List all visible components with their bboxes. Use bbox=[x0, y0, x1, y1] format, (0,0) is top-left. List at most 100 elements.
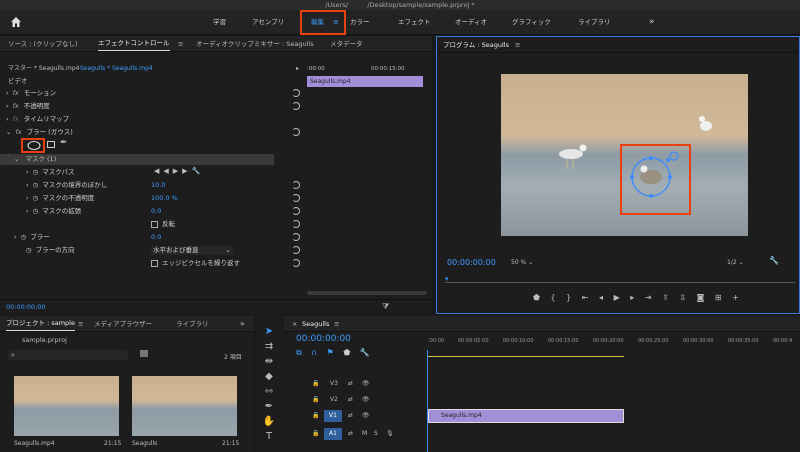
repeat-edge-checkbox[interactable] bbox=[151, 260, 158, 267]
time-ruler[interactable]: :00:00 00:00:05:00 00:00:10:00 00:00:15:… bbox=[428, 336, 800, 348]
tab-media-browser[interactable]: メディアブラウザー bbox=[94, 316, 152, 332]
timeline-timecode[interactable]: 00:00:00:00 bbox=[296, 334, 351, 344]
selection-tool-icon[interactable]: ➤ bbox=[256, 326, 282, 337]
workspace-bar: 学習 アセンブリ 編集 ≡ カラー エフェクト オーディオ グラフィック ライブ… bbox=[0, 10, 800, 35]
project-thumbnail[interactable] bbox=[14, 376, 119, 436]
zoom-select[interactable]: 50 % ⌄ bbox=[511, 258, 559, 268]
playhead[interactable] bbox=[427, 350, 428, 452]
reset-icon[interactable] bbox=[292, 102, 300, 110]
rectangle-mask-tool[interactable] bbox=[47, 141, 55, 148]
reset-icon[interactable] bbox=[292, 194, 300, 202]
ec-ruler-mark: 00:00:15:00 bbox=[371, 66, 405, 72]
reset-icon[interactable] bbox=[292, 233, 300, 241]
reset-icon[interactable] bbox=[292, 220, 300, 228]
nest-icon: ⧉ bbox=[296, 348, 302, 357]
workspace-tab-edit[interactable]: 編集 ≡ bbox=[300, 10, 346, 35]
mask-track-controls[interactable]: ◀◀▶▶🔧 bbox=[154, 167, 224, 175]
panel-menu-icon[interactable]: ≡ bbox=[78, 316, 83, 332]
new-bin-icon[interactable] bbox=[140, 350, 148, 357]
filter-icon[interactable]: ⧩ bbox=[382, 302, 389, 312]
more-workspaces-icon[interactable]: » bbox=[649, 10, 655, 35]
work-area-bar[interactable] bbox=[428, 356, 624, 357]
eye-icon: 👁 bbox=[362, 380, 370, 387]
project-item-duration: 21:15 bbox=[104, 440, 122, 447]
track-select-tool-icon[interactable]: ⇉ bbox=[256, 341, 282, 352]
invert-label: 反転 bbox=[162, 220, 175, 228]
mask-opacity-label: マスクの不透明度 bbox=[42, 194, 95, 202]
reset-icon[interactable] bbox=[292, 128, 300, 136]
project-item-name: Seagulls.mp4 bbox=[14, 440, 55, 447]
mask-row[interactable]: ⌄ マスク (1) bbox=[0, 154, 274, 165]
effect-motion[interactable]: モーション bbox=[24, 89, 56, 97]
workspace-tab-color[interactable]: カラー bbox=[350, 10, 370, 35]
tab-libraries[interactable]: ライブラリ bbox=[176, 316, 209, 332]
effect-time-remap[interactable]: タイムリマップ bbox=[24, 115, 69, 123]
goto-out-icon: ⇥ bbox=[644, 293, 652, 302]
step-back-icon: ◂ bbox=[599, 293, 604, 302]
tab-project[interactable]: プロジェクト : sample bbox=[6, 317, 75, 331]
close-icon[interactable]: × bbox=[292, 316, 297, 332]
type-tool-icon[interactable]: T bbox=[256, 431, 282, 442]
workspace-menu-icon[interactable]: ≡ bbox=[333, 12, 339, 33]
panel-menu-icon[interactable]: ≡ bbox=[334, 316, 339, 332]
lock-icon: 🔒 bbox=[312, 380, 320, 387]
reset-icon[interactable] bbox=[292, 89, 300, 97]
workspace-tab-effects[interactable]: エフェクト bbox=[398, 10, 431, 35]
hand-tool-icon[interactable]: ✋ bbox=[256, 416, 282, 427]
project-search-input[interactable]: ⌕ bbox=[8, 350, 128, 360]
sequence-tab[interactable]: Seagulls bbox=[302, 316, 329, 332]
wrench-icon: 🔧 bbox=[359, 348, 370, 357]
mask-expansion-value[interactable]: 0.0 bbox=[151, 205, 161, 218]
reset-icon[interactable] bbox=[292, 207, 300, 215]
blur-direction-select[interactable]: 水平および垂直 ⌄ bbox=[151, 246, 233, 255]
panel-menu-icon[interactable]: ≡ bbox=[178, 36, 183, 52]
blur-value[interactable]: 0.0 bbox=[151, 231, 161, 244]
repeat-edge-label: エッジピクセルを繰り返す bbox=[162, 259, 240, 267]
sequence-clip-label[interactable]: Seagulls * Seagulls.mp4 bbox=[80, 63, 153, 75]
sync-icon: ⇄ bbox=[348, 380, 354, 387]
pen-tool-icon[interactable]: ✒ bbox=[256, 401, 282, 412]
tab-audio-mixer[interactable]: オーディオクリップミキサー : Seagulls bbox=[196, 36, 314, 52]
timeline-clip[interactable]: Seagulls.mp4 bbox=[428, 409, 624, 423]
transport-controls[interactable]: ⬟ { } ⇤ ◂ ▶ ▸ ⇥ ⇪ ⇫ ◙ ⊞ + bbox=[533, 293, 795, 307]
workspace-tab-graphics[interactable]: グラフィック bbox=[512, 10, 551, 35]
ec-zoom-scrollbar[interactable] bbox=[307, 291, 427, 295]
quality-select[interactable]: 1/2 ⌄ bbox=[727, 258, 763, 268]
more-tabs-icon[interactable]: » bbox=[240, 316, 245, 332]
video-section-label: ビデオ bbox=[8, 77, 28, 85]
tab-source[interactable]: ソース : (クリップなし) bbox=[8, 36, 78, 52]
invert-checkbox[interactable] bbox=[151, 221, 158, 228]
workspace-tab-libraries[interactable]: ライブラリ bbox=[578, 10, 611, 35]
panel-menu-icon[interactable]: ≡ bbox=[515, 41, 520, 49]
program-timecode[interactable]: 00:00:00:00 bbox=[447, 258, 496, 267]
ellipse-mask-tool[interactable] bbox=[21, 138, 45, 153]
ec-clip-bar[interactable]: Seagulls.mp4 bbox=[307, 76, 423, 87]
ripple-edit-tool-icon[interactable]: ⇹ bbox=[256, 356, 282, 367]
reset-icon[interactable] bbox=[292, 181, 300, 189]
mask-feather-value[interactable]: 10.0 bbox=[151, 179, 165, 192]
workspace-tab-audio[interactable]: オーディオ bbox=[455, 10, 487, 35]
razor-tool-icon[interactable]: ◆ bbox=[256, 371, 282, 382]
slip-tool-icon[interactable]: ⇿ bbox=[256, 386, 282, 397]
wrench-icon[interactable]: 🔧 bbox=[769, 256, 779, 265]
mask-opacity-value[interactable]: 100.0 % bbox=[151, 192, 178, 205]
reset-icon[interactable] bbox=[292, 259, 300, 267]
program-scrubber[interactable]: ▾ bbox=[445, 275, 795, 283]
effect-gaussian-blur[interactable]: ブラー (ガウス) bbox=[27, 128, 73, 136]
stopwatch-icon: ◷ bbox=[20, 233, 27, 241]
lock-icon: 🔒 bbox=[312, 412, 320, 419]
reset-icon[interactable] bbox=[292, 246, 300, 254]
expand-icon[interactable]: ▸ bbox=[296, 63, 299, 75]
effect-opacity[interactable]: 不透明度 bbox=[24, 102, 50, 110]
home-icon[interactable] bbox=[10, 16, 22, 28]
project-thumbnail[interactable] bbox=[132, 376, 237, 436]
tab-effect-controls[interactable]: エフェクトコントロール bbox=[98, 37, 170, 51]
workspace-tab-learn[interactable]: 学習 bbox=[213, 10, 226, 35]
stopwatch-icon: ◷ bbox=[32, 181, 39, 189]
pen-mask-tool-icon[interactable]: ✒ bbox=[60, 138, 68, 148]
timeline-toolbar[interactable]: ⧉ ∩ ⚑ ⬟ 🔧 bbox=[296, 348, 416, 358]
stopwatch-icon: ◷ bbox=[32, 194, 39, 202]
ec-timecode[interactable]: 00:00:00:00 bbox=[6, 303, 46, 311]
workspace-tab-assembly[interactable]: アセンブリ bbox=[252, 10, 284, 35]
tab-metadata[interactable]: メタデータ bbox=[330, 36, 363, 52]
